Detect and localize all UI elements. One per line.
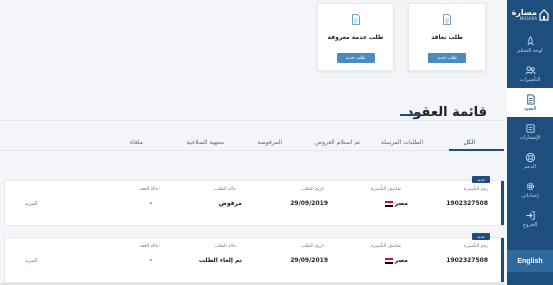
sidebar-item-settings[interactable]: إعداداتي — [507, 175, 553, 204]
page-title: قائمة العقود — [406, 105, 487, 120]
document-icon — [443, 14, 451, 25]
card-title: طلب تعاقد — [431, 34, 463, 41]
sidebar-item-label: الخروج — [522, 221, 538, 228]
brand-name: مسارة MUSARA — [511, 8, 537, 21]
table-row[interactable]: جديد رقم التأشيرة 1902327508 تفاصيل التأ… — [4, 176, 504, 226]
request-date-label: تاريخ الطلب — [301, 187, 324, 192]
sidebar-item-label: التأشيرات — [519, 76, 541, 83]
logo-icon — [539, 9, 549, 21]
request-status-label: حالة الطلب — [214, 187, 236, 192]
more-link[interactable]: المزيد — [25, 258, 38, 264]
tab-cancelled[interactable]: ملغاة — [130, 139, 143, 146]
bell-icon — [525, 123, 535, 133]
visa-number-label: رقم التأشيرة — [463, 187, 488, 192]
tab-rejected[interactable]: المرفوضة — [257, 139, 282, 146]
visa-number-label: رقم التأشيرة — [463, 244, 488, 249]
sidebar: مسارة MUSARA لوحة التحكم التأشيرات العقو… — [507, 0, 553, 285]
request-date-value: 29/09/2019 — [290, 257, 328, 264]
request-date-label: تاريخ الطلب — [301, 244, 324, 249]
tab-offers-received[interactable]: تم استلام العروض — [315, 139, 360, 146]
visa-number-value: 1902327508 — [446, 257, 488, 264]
visa-details-value: مصر — [383, 200, 408, 207]
language-toggle-button[interactable]: English — [507, 250, 553, 272]
request-date-value: 29/09/2019 — [290, 200, 328, 207]
contract-status-label: حالة العقد: — [139, 244, 160, 249]
document-icon — [351, 14, 360, 25]
sidebar-item-label: إعداداتي — [521, 192, 539, 199]
sidebar-item-visas[interactable]: التأشيرات — [507, 59, 553, 88]
contract-status-value: - — [149, 257, 153, 264]
tab-all[interactable]: الكل — [464, 139, 475, 146]
tabs-divider — [0, 150, 505, 151]
card-title: طلب خدمة معروفة — [327, 34, 384, 41]
active-tab-indicator — [449, 149, 504, 151]
gear-icon — [526, 182, 534, 190]
request-status-value: تم إلغاء الطلب — [198, 257, 242, 264]
sidebar-item-notifications[interactable]: الإشعارات — [507, 117, 553, 146]
contract-status-label: حالة العقد: — [139, 187, 160, 192]
tab-sent-requests[interactable]: الطلبات المرسلة — [381, 139, 423, 146]
tab-expired[interactable]: منتهية الصلاحية — [186, 139, 224, 146]
visa-details-value: مصر — [383, 257, 408, 264]
request-status-value: مرفوض — [218, 200, 242, 207]
contract-status-value: - — [149, 200, 153, 207]
sidebar-item-support[interactable]: الدعم — [507, 146, 553, 175]
egypt-flag-icon — [384, 257, 393, 264]
egypt-flag-icon — [384, 200, 393, 207]
contract-request-card: طلب تعاقد طلب جديد — [408, 3, 486, 71]
more-link[interactable]: المزيد — [25, 201, 38, 207]
request-status-label: حالة الطلب — [214, 244, 236, 249]
sidebar-item-logout[interactable]: الخروج — [507, 204, 553, 233]
sidebar-item-label: العقود — [523, 105, 537, 112]
sidebar-item-label: الإشعارات — [519, 134, 541, 141]
visa-number-value: 1902327508 — [446, 200, 488, 207]
table-row[interactable]: جديد رقم التأشيرة 1902327508 تفاصيل التأ… — [4, 233, 504, 283]
new-contract-request-button[interactable]: طلب جديد — [428, 53, 466, 63]
users-icon — [524, 65, 536, 74]
logout-icon — [525, 210, 535, 220]
new-known-service-button[interactable]: طلب جديد — [336, 53, 375, 63]
brand-logo[interactable]: مسارة MUSARA — [507, 0, 553, 30]
lifebuoy-icon — [525, 152, 535, 162]
document-icon — [526, 93, 535, 105]
status-badge: جديد — [472, 233, 490, 240]
divider — [0, 120, 505, 121]
title-underline — [400, 114, 420, 116]
sidebar-item-contracts[interactable]: العقود — [507, 88, 553, 117]
status-badge: جديد — [472, 176, 490, 183]
sidebar-item-dashboard[interactable]: لوحة التحكم — [507, 30, 553, 59]
visa-details-label: تفاصيل التأشيرة — [370, 187, 401, 192]
rocket-icon — [526, 35, 534, 45]
row-accent — [501, 181, 504, 225]
known-service-card: طلب خدمة معروفة طلب جديد — [317, 3, 394, 71]
sidebar-item-label: الدعم — [524, 163, 536, 170]
visa-details-label: تفاصيل التأشيرة — [370, 244, 401, 249]
sidebar-item-label: لوحة التحكم — [517, 47, 543, 54]
row-accent — [501, 238, 504, 282]
